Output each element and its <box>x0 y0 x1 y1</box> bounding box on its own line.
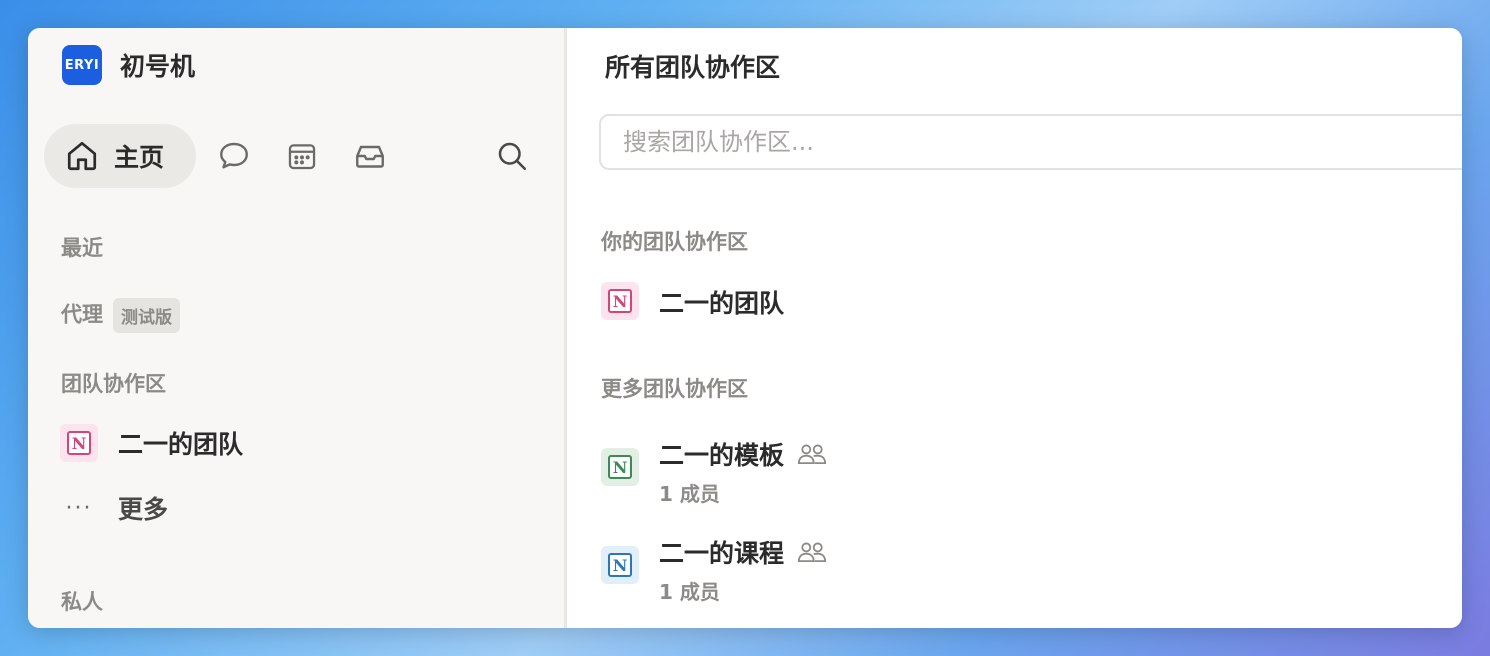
workspace-logo: ERYI <box>62 45 102 85</box>
main-panel: 所有团队协作区 你的团队协作区 N 二一的团队 更多团队协作区 N 二一的模板 <box>567 28 1462 628</box>
search-icon <box>498 142 527 171</box>
agent-label: 代理 <box>61 302 103 327</box>
sidebar-item-team[interactable]: N 二一的团队 <box>60 424 243 462</box>
member-count: 1 成员 <box>659 580 720 604</box>
your-teamspaces-heading: 你的团队协作区 <box>601 230 748 254</box>
team-name-row: 二一的模板 <box>659 436 828 472</box>
more-label: 更多 <box>118 495 169 524</box>
private-section[interactable]: 私人 <box>61 586 103 616</box>
inbox-icon <box>356 145 384 168</box>
team-row-courses[interactable]: N 二一的课程 1 成员 <box>601 534 828 605</box>
team-name: 二一的团队 <box>659 289 785 318</box>
workspace-name: 初号机 <box>120 52 196 81</box>
sidebar: ERYI 初号机 主页 最近 代理 测试版 团队协作区 N 二一的团队 ··· … <box>28 28 567 628</box>
sidebar-item-more[interactable]: ··· 更多 <box>60 490 169 526</box>
notion-icon: N <box>60 424 98 462</box>
team-row-templates[interactable]: N 二一的模板 1 成员 <box>601 436 828 507</box>
notion-icon: N <box>601 546 639 584</box>
recent-section[interactable]: 最近 <box>61 232 103 262</box>
team-name-row: 二一的课程 <box>659 534 828 570</box>
calendar-button[interactable] <box>284 138 320 174</box>
team-name: 二一的模板 <box>659 441 785 470</box>
people-icon <box>797 444 827 465</box>
people-icon <box>797 542 827 563</box>
teamspaces-section[interactable]: 团队协作区 <box>61 368 166 398</box>
team-name: 二一的课程 <box>659 539 785 568</box>
search-input[interactable] <box>621 127 1462 157</box>
notion-icon: N <box>601 448 639 486</box>
inbox-button[interactable] <box>352 138 388 174</box>
chat-icon <box>220 142 248 169</box>
home-icon <box>67 141 97 171</box>
nav-row: 主页 <box>44 124 544 188</box>
home-label: 主页 <box>114 143 165 172</box>
team-row-own[interactable]: N 二一的团队 <box>601 282 784 320</box>
page-title: 所有团队协作区 <box>605 53 781 82</box>
more-teamspaces-heading: 更多团队协作区 <box>601 377 748 401</box>
agent-section[interactable]: 代理 测试版 <box>61 298 180 333</box>
more-dots-icon: ··· <box>65 495 93 521</box>
search-box[interactable] <box>599 114 1462 170</box>
member-count: 1 成员 <box>659 482 720 506</box>
sidebar-item-label: 二一的团队 <box>118 430 244 459</box>
app-window: ERYI 初号机 主页 最近 代理 测试版 团队协作区 N 二一的团队 ··· … <box>28 28 1462 628</box>
home-button[interactable]: 主页 <box>44 124 196 188</box>
chat-button[interactable] <box>216 138 252 174</box>
search-button[interactable] <box>494 138 530 174</box>
workspace-switcher[interactable]: ERYI 初号机 <box>62 45 195 85</box>
notion-icon: N <box>601 282 639 320</box>
calendar-icon <box>288 144 316 170</box>
beta-badge: 测试版 <box>113 298 180 333</box>
